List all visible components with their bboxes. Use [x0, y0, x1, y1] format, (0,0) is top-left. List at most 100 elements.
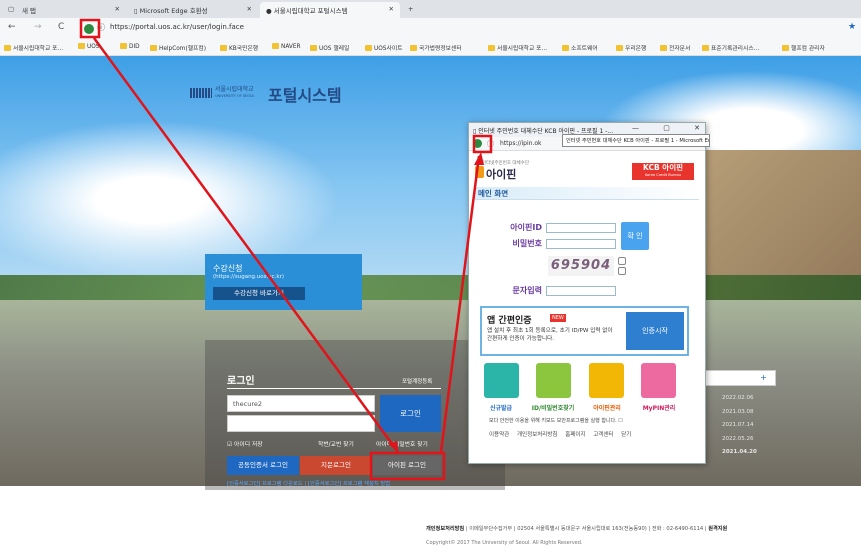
info-icon[interactable]: ⓘ: [487, 139, 494, 149]
notice-date: 2021.07.14: [722, 422, 754, 428]
tooltip: 인터넷 주민번호 대체수단 KCB 아이핀 - 프로필 1 - Microsof…: [562, 134, 710, 147]
new-issue-label[interactable]: 신규발급: [474, 403, 528, 412]
audio-icon[interactable]: [618, 257, 626, 265]
favorite-item[interactable]: HelpCom(헬프컴): [150, 43, 206, 52]
mypin-manage-label[interactable]: MyPIN관리: [632, 403, 686, 412]
forward-icon[interactable]: →: [34, 22, 42, 32]
captcha-input[interactable]: [546, 286, 616, 296]
favorite-item[interactable]: UOS 챌레일: [310, 43, 349, 52]
security-checkbox-label: 보다 안전한 이용을 위해 키보드 보안프로그램을 실행 합니다.: [489, 418, 617, 424]
favorite-item[interactable]: 서울시립대학교 포...: [4, 43, 63, 52]
university-name-en: UNIVERSITY OF SEOUL: [215, 94, 255, 98]
find-id-link[interactable]: 아이디/비밀번호 찾기: [376, 439, 428, 448]
favorite-item[interactable]: 표준기록관리시스...: [702, 43, 759, 52]
folder-icon: [120, 43, 127, 49]
ie-mode-icon[interactable]: [84, 24, 94, 34]
tab-label: Microsoft Edge 호환성: [139, 7, 208, 15]
confirm-button[interactable]: 확 인: [621, 222, 649, 250]
url-input[interactable]: https://portal.uos.ac.kr/user/login.face: [110, 23, 244, 31]
popup-url[interactable]: https://ipin.ok: [500, 140, 542, 147]
tab-actions-icon[interactable]: ▢: [2, 2, 14, 18]
favorite-item[interactable]: UOS: [78, 43, 100, 50]
window-controls[interactable]: — ▢ ✕: [632, 124, 711, 132]
university-name: 서울시립대학교 UNIVERSITY OF SEOUL: [215, 86, 254, 100]
enroll-title: 수강신청: [213, 264, 243, 273]
favorite-label: 서울시립대학교 포...: [497, 46, 548, 52]
favorite-label: UOS사이트: [374, 46, 403, 52]
start-auth-button[interactable]: 인증시작: [626, 312, 684, 350]
law-icon: [410, 45, 417, 51]
find-id-pw-label[interactable]: ID/비밀번호찾기: [526, 403, 580, 412]
favorite-item[interactable]: 국가법령정보센터: [410, 43, 462, 52]
new-issue-icon[interactable]: [484, 363, 519, 398]
login-button[interactable]: 로그인: [380, 395, 441, 432]
enroll-url[interactable]: (https://sugang.uos.ac.kr): [213, 274, 284, 280]
search-icon[interactable]: [536, 363, 571, 398]
gear-icon[interactable]: [589, 363, 624, 398]
favorite-item[interactable]: 소프트웨어: [562, 43, 598, 52]
account-register-link[interactable]: 포털계정등록: [402, 377, 432, 385]
close-icon[interactable]: ✕: [247, 5, 252, 13]
page-title: 포털시스템: [268, 86, 342, 105]
favorite-item[interactable]: UOS사이트: [365, 43, 403, 52]
ipin-id-input[interactable]: [546, 223, 616, 233]
favorite-label: NAVER: [281, 44, 301, 50]
new-tab-button[interactable]: +: [402, 2, 418, 18]
refresh-captcha-icon[interactable]: [618, 267, 626, 275]
favorite-label: 전자문서: [669, 46, 691, 52]
ie-mode-icon[interactable]: [473, 139, 482, 148]
favorite-item[interactable]: 서울시립대학교 포...: [488, 43, 547, 52]
naver-icon: [272, 43, 279, 49]
favorite-item[interactable]: DID: [120, 43, 140, 50]
ipin-logo-icon: [475, 166, 484, 178]
popup-footer-links[interactable]: 이용약관 개인정보처리방침 홈페이지 고객센터 닫기: [489, 430, 631, 438]
id-input[interactable]: thecure2: [227, 395, 375, 412]
favorite-label: 서울시립대학교 포...: [13, 46, 64, 52]
captcha-label: 문자입력: [512, 286, 542, 295]
notice-date: 2021.04.20: [722, 449, 757, 455]
privacy-link[interactable]: 개인정보처리방침: [426, 526, 464, 532]
star-icon[interactable]: ★: [848, 22, 856, 32]
favorite-item[interactable]: 전자문서: [660, 43, 690, 52]
ipin-password-input[interactable]: [546, 239, 616, 249]
tab-portal[interactable]: ● 서울시립대학교 포털시스템 ✕: [260, 2, 400, 18]
folder-icon: [365, 45, 372, 51]
favorite-item[interactable]: 헬프컴 관리자: [782, 43, 825, 52]
favorite-label: 소프트웨어: [571, 46, 598, 52]
find-number-link[interactable]: 학번/교번 찾기: [318, 439, 354, 448]
favorite-label: UOS: [87, 44, 100, 50]
folder-icon: [660, 45, 667, 51]
app-auth-description: 앱 설치 후 최초 1회 등록으로, 초기 ID/PW 입력 없이 간편하게 인…: [487, 328, 613, 342]
lock-icon[interactable]: [641, 363, 676, 398]
ipin-id-label: 아이핀ID: [510, 223, 542, 232]
back-icon[interactable]: ←: [8, 22, 16, 32]
security-checkbox[interactable]: 보다 안전한 이용을 위해 키보드 보안프로그램을 실행 합니다. ☐: [489, 417, 623, 424]
info-icon[interactable]: ⓘ: [97, 22, 105, 33]
favorite-label: 표준기록관리시스...: [711, 46, 760, 52]
password-input[interactable]: [227, 415, 375, 432]
close-icon[interactable]: ✕: [389, 5, 394, 13]
university-name-kr: 서울시립대학교: [215, 86, 254, 93]
close-icon[interactable]: ✕: [115, 5, 120, 13]
fingerprint-login-button[interactable]: 지문로그인: [300, 456, 372, 475]
kcb-logo-text: KCB 아이핀: [642, 163, 683, 172]
favorite-item[interactable]: NAVER: [272, 43, 301, 50]
ipin-login-button[interactable]: 아이핀 로그인: [373, 456, 441, 475]
favorite-item[interactable]: 우리은행: [616, 43, 646, 52]
new-badge: NEW: [550, 314, 566, 322]
main-screen-heading: 메인 화면: [475, 187, 699, 200]
refresh-icon[interactable]: C: [58, 22, 64, 32]
save-id-checkbox[interactable]: ☑ 아이디 저장: [227, 439, 263, 448]
ipin-manage-label[interactable]: 아이핀관리: [580, 403, 634, 412]
cert-login-button[interactable]: 공동인증서 로그인: [227, 456, 299, 475]
favorite-label: UOS 챌레일: [319, 46, 350, 52]
tab-new[interactable]: 새 탭 ✕: [16, 2, 126, 18]
app-auth-title: 앱 간편인증: [487, 316, 532, 326]
enroll-button[interactable]: 수강신청 바로가기: [213, 287, 305, 300]
tab-edge-compat[interactable]: ▯ Microsoft Edge 호환성 ✕: [128, 2, 258, 18]
ipin-logo: 아이핀: [486, 168, 517, 181]
cert-program-links[interactable]: [인증서로그인] 프로그램 다운로드 | [인증서로그인] 프로그램 재설치 방…: [227, 479, 390, 487]
remote-support-link[interactable]: 원격지원: [708, 526, 727, 532]
favorite-item[interactable]: KB국민은행: [220, 43, 258, 52]
notice-date: 2022.05.26: [722, 436, 754, 442]
